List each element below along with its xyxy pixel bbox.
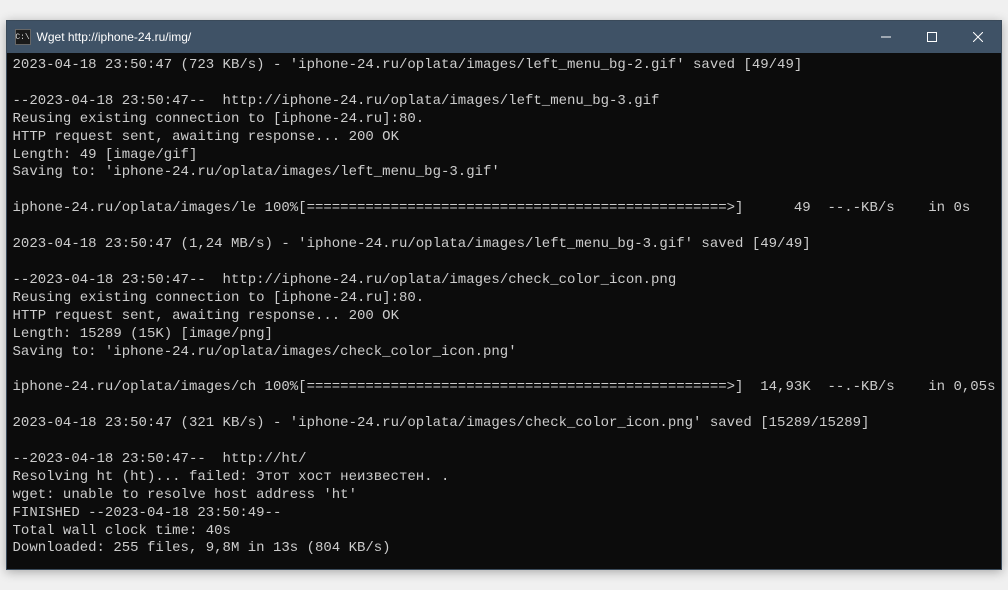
terminal-line: Length: 49 [image/gif] [13,147,996,165]
terminal-window: C:\ Wget http://iphone-24.ru/img/ 2023-0… [6,20,1003,570]
terminal-line [13,218,996,236]
terminal-line: HTTP request sent, awaiting response... … [13,129,996,147]
minimize-button[interactable] [863,21,909,53]
terminal-line: HTTP request sent, awaiting response... … [13,308,996,326]
terminal-line: --2023-04-18 23:50:47-- http://ht/ [13,451,996,469]
terminal-line: Reusing existing connection to [iphone-2… [13,290,996,308]
terminal-line: iphone-24.ru/oplata/images/le 100%[=====… [13,200,996,218]
terminal-line [13,254,996,272]
terminal-line: Reusing existing connection to [iphone-2… [13,111,996,129]
terminal-line: iphone-24.ru/oplata/images/ch 100%[=====… [13,379,996,397]
terminal-output[interactable]: 2023-04-18 23:50:47 (723 KB/s) - 'iphone… [7,53,1002,569]
terminal-line [13,361,996,379]
terminal-line: 2023-04-18 23:50:47 (723 KB/s) - 'iphone… [13,57,996,75]
terminal-line: Downloaded: 255 files, 9,8M in 13s (804 … [13,540,996,558]
terminal-line: FINISHED --2023-04-18 23:50:49-- [13,505,996,523]
terminal-line: Total wall clock time: 40s [13,523,996,541]
close-button[interactable] [955,21,1001,53]
terminal-line: Saving to: 'iphone-24.ru/oplata/images/l… [13,164,996,182]
terminal-line [13,75,996,93]
terminal-line: wget: unable to resolve host address 'ht… [13,487,996,505]
terminal-line: Length: 15289 (15K) [image/png] [13,326,996,344]
terminal-line: 2023-04-18 23:50:47 (1,24 MB/s) - 'iphon… [13,236,996,254]
app-icon: C:\ [15,29,31,45]
terminal-line [13,182,996,200]
terminal-line [13,433,996,451]
terminal-line: 2023-04-18 23:50:47 (321 KB/s) - 'iphone… [13,415,996,433]
window-title: Wget http://iphone-24.ru/img/ [37,30,864,44]
maximize-icon [927,32,937,42]
terminal-line [13,397,996,415]
titlebar[interactable]: C:\ Wget http://iphone-24.ru/img/ [7,21,1002,53]
window-controls [863,21,1001,53]
maximize-button[interactable] [909,21,955,53]
terminal-line: Resolving ht (ht)... failed: Этот хост н… [13,469,996,487]
terminal-line: Saving to: 'iphone-24.ru/oplata/images/c… [13,344,996,362]
terminal-line [13,558,996,569]
close-icon [973,32,983,42]
minimize-icon [881,32,891,42]
terminal-line: --2023-04-18 23:50:47-- http://iphone-24… [13,93,996,111]
terminal-line: --2023-04-18 23:50:47-- http://iphone-24… [13,272,996,290]
